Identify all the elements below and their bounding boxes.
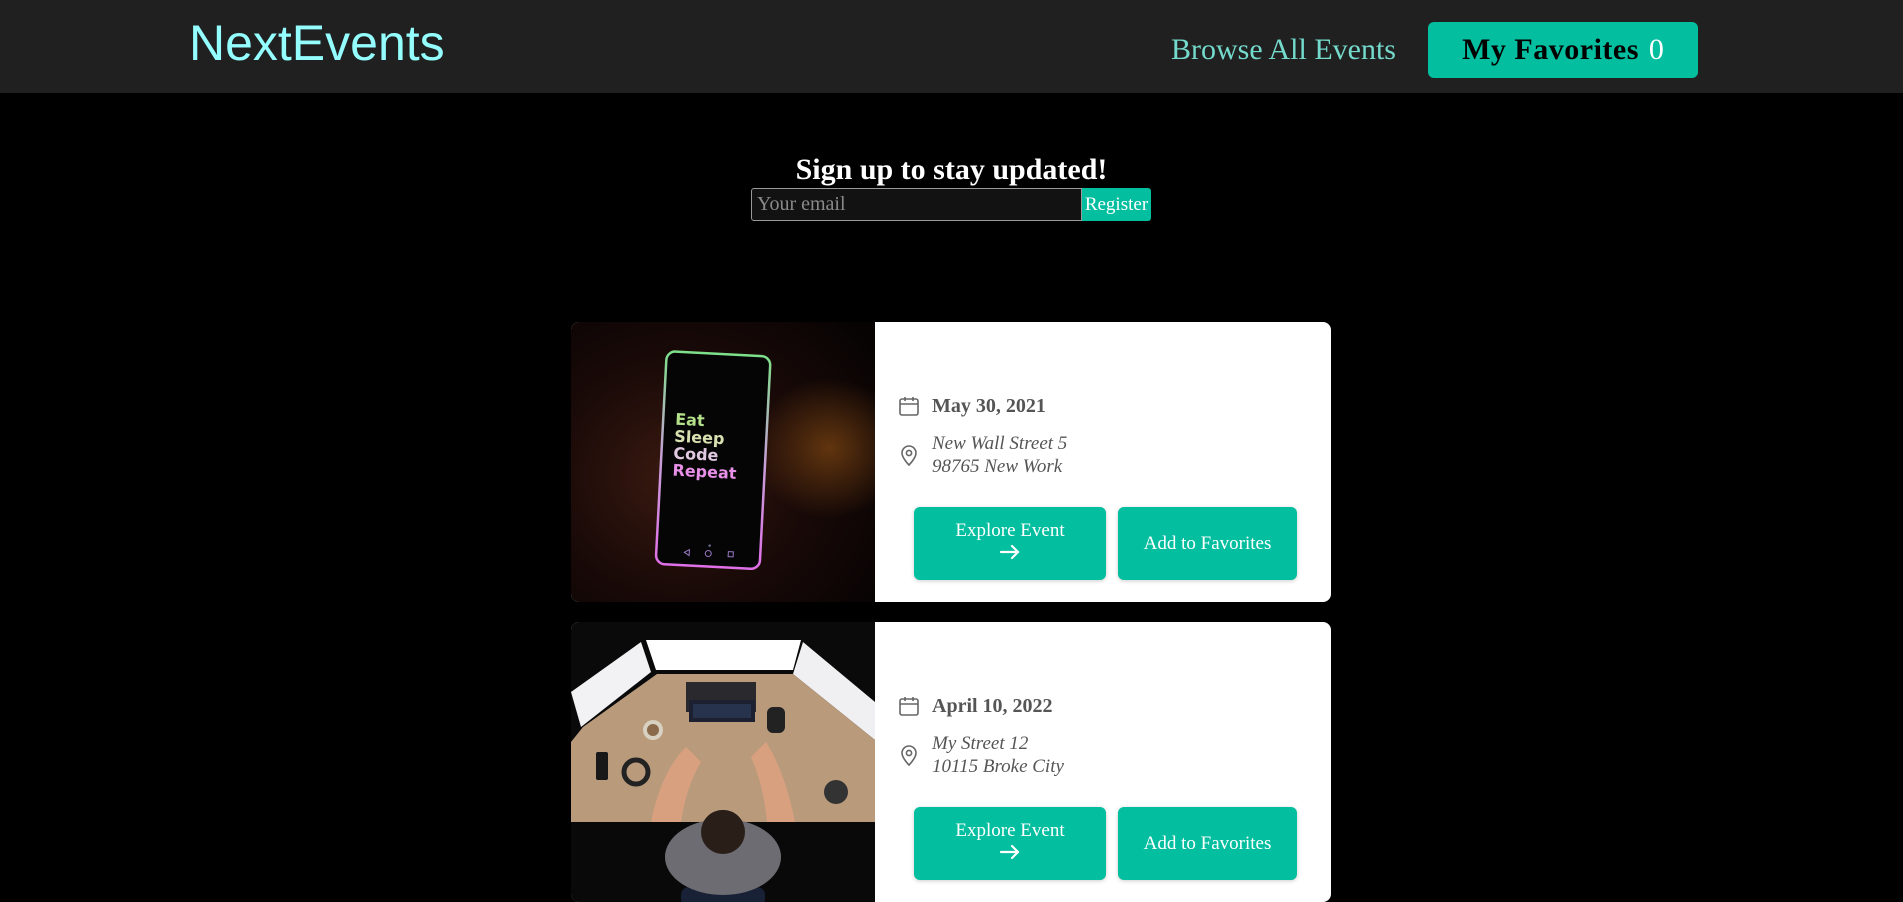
favorites-label: My Favorites	[1462, 33, 1639, 66]
event-address: New Wall Street 5 98765 New Work	[932, 432, 1067, 478]
event-image: Eat Sleep Code Repeat	[571, 322, 875, 602]
explore-event-button[interactable]: Explore Event	[914, 807, 1106, 880]
add-to-favorites-button[interactable]: Add to Favorites	[1118, 507, 1297, 580]
address-line: 98765 New Work	[932, 456, 1063, 477]
explore-event-button[interactable]: Explore Event	[914, 507, 1106, 580]
event-details: April 10, 2022 My Street 12 10115 Broke …	[875, 622, 1331, 902]
arrow-right-icon	[999, 542, 1021, 568]
event-date-row: April 10, 2022	[897, 694, 1053, 718]
event-card: April 10, 2022 My Street 12 10115 Broke …	[571, 622, 1331, 902]
map-pin-icon	[897, 743, 921, 767]
address-line: My Street 12	[932, 733, 1029, 754]
event-address-row: New Wall Street 5 98765 New Work	[897, 432, 1067, 478]
address-line: New Wall Street 5	[932, 433, 1068, 454]
event-details: May 30, 2021 New Wall Street 5 98765 New…	[875, 322, 1331, 602]
map-pin-icon	[897, 443, 921, 467]
top-navigation-bar: NextEvents Browse All Events My Favorite…	[0, 0, 1903, 93]
event-address-row: My Street 12 10115 Broke City	[897, 732, 1064, 778]
favorites-count-badge: 0	[1648, 33, 1664, 66]
event-address: My Street 12 10115 Broke City	[932, 732, 1064, 778]
add-to-favorites-button[interactable]: Add to Favorites	[1118, 807, 1297, 880]
event-image	[571, 622, 875, 902]
event-card: Eat Sleep Code Repeat May 30, 2021 New W	[571, 322, 1331, 602]
image-text-line: Repeat	[672, 461, 737, 483]
calendar-icon	[897, 694, 921, 718]
logo-link[interactable]: NextEvents	[189, 13, 445, 73]
arrow-right-icon	[999, 842, 1021, 868]
browse-all-events-link[interactable]: Browse All Events	[1171, 30, 1396, 70]
explore-event-label: Explore Event	[955, 820, 1065, 841]
event-date: April 10, 2022	[932, 694, 1053, 717]
event-date: May 30, 2021	[932, 394, 1046, 417]
explore-event-label: Explore Event	[955, 520, 1065, 541]
signup-heading: Sign up to stay updated!	[795, 153, 1108, 186]
address-line: 10115 Broke City	[932, 756, 1064, 777]
email-input[interactable]	[751, 188, 1082, 221]
event-date-row: May 30, 2021	[897, 394, 1046, 418]
my-favorites-button[interactable]: My Favorites 0	[1428, 22, 1698, 78]
calendar-icon	[897, 394, 921, 418]
register-button[interactable]: Register	[1082, 188, 1151, 221]
